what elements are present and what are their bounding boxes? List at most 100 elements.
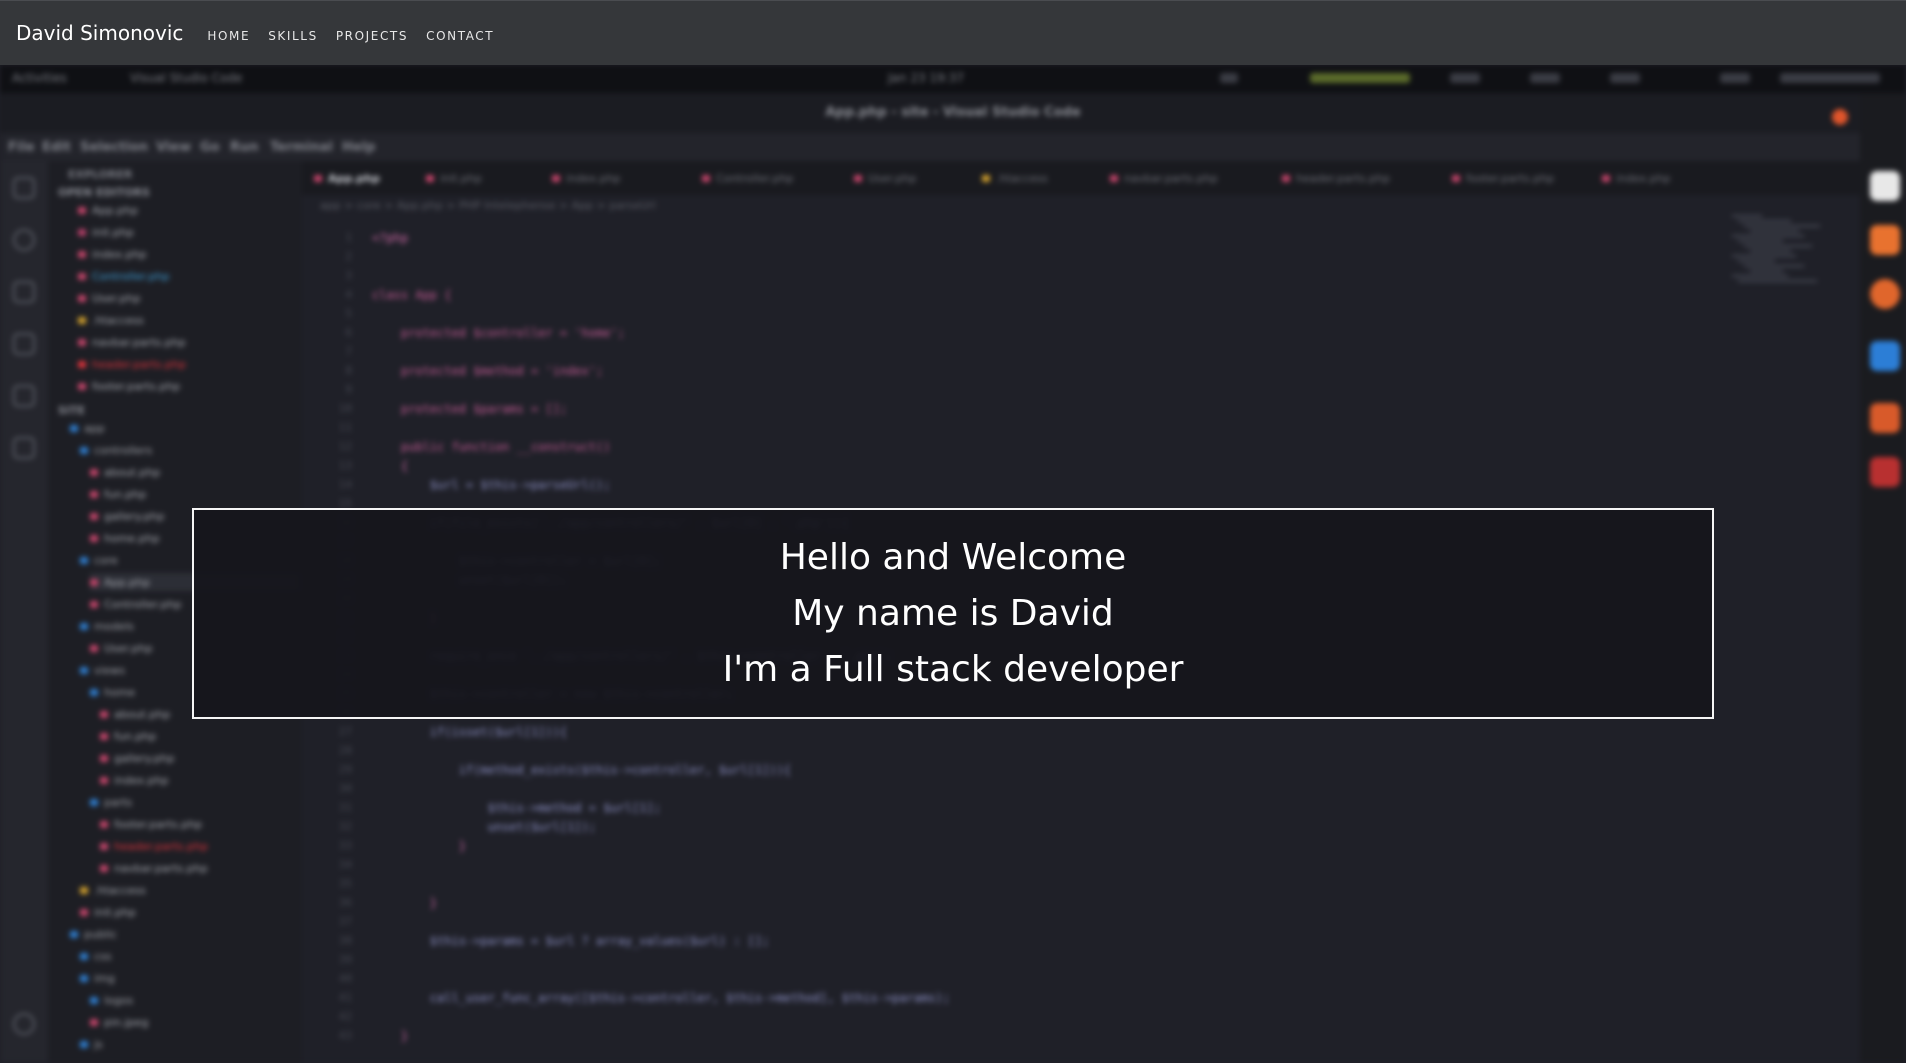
open-editors-label: OPEN EDITORS	[58, 185, 150, 199]
line-number: 13	[338, 459, 352, 472]
activity-bar	[0, 161, 48, 1063]
folder-icon	[80, 974, 88, 982]
file-icon	[100, 754, 108, 762]
editor-tab-label: Controller.php	[716, 171, 794, 185]
editor-tab: index.php	[1602, 171, 1671, 185]
window-title-text: App.php - site - Visual Studio Code	[825, 105, 1081, 120]
explorer-item-name: home	[104, 685, 136, 699]
explorer-folder: img	[80, 969, 115, 987]
folder-icon	[80, 622, 88, 630]
php-file-icon	[1110, 174, 1118, 182]
explorer-file: navbar.parts.php	[100, 859, 208, 877]
editor-window-title: App.php - site - Visual Studio Code	[0, 93, 1906, 133]
code-line: $this->params = $url ? array_values($url…	[372, 934, 770, 948]
php-file-icon	[702, 174, 710, 182]
line-number: 2	[345, 250, 352, 263]
editor-tab: init.php	[426, 171, 482, 185]
welcome-name: My name is David	[792, 592, 1114, 634]
line-number: 8	[345, 364, 352, 377]
project-label: SITE	[58, 403, 86, 417]
editor-tab: footer.parts.php	[1452, 171, 1554, 185]
php-file-icon	[78, 316, 86, 324]
explorer-item-name: views	[94, 663, 126, 677]
php-file-icon	[314, 174, 322, 182]
explorer-item-name: css	[94, 949, 112, 963]
breadcrumbs: app > core > App.php > PHP Intelephense …	[320, 199, 656, 212]
files-app-icon	[1870, 171, 1900, 201]
search-icon	[13, 229, 35, 251]
php-file-icon	[982, 174, 990, 182]
code-line: $url = $this->parseUrl();	[372, 478, 611, 492]
file-icon	[90, 490, 98, 498]
line-number: 9	[345, 383, 352, 396]
site-brand[interactable]: David Simonovic	[16, 21, 183, 45]
folder-icon	[70, 930, 78, 938]
nav-link-projects[interactable]: PROJECTS	[336, 29, 408, 43]
menu-selection: Selection	[80, 140, 149, 155]
files-icon	[13, 177, 35, 199]
folder-icon	[80, 1040, 88, 1048]
explorer-header: EXPLORER	[68, 167, 133, 181]
line-number: 3	[345, 269, 352, 282]
software-app-icon	[1870, 225, 1900, 255]
file-icon	[90, 644, 98, 652]
file-icon	[90, 600, 98, 608]
line-number: 29	[338, 763, 352, 776]
explorer-open-file: header.parts.php	[78, 355, 186, 373]
explorer-item-name: models	[94, 619, 134, 633]
code-line: call_user_func_array([$this->controller,…	[372, 991, 950, 1005]
welcome-greeting: Hello and Welcome	[779, 536, 1127, 578]
menu-help: Help	[342, 140, 376, 155]
os-clock: Jan 23 19:37	[888, 71, 964, 85]
code-line: class App {	[372, 288, 452, 302]
os-tray-icon	[1220, 73, 1238, 83]
file-icon	[90, 468, 98, 476]
explorer-folder: app	[70, 419, 105, 437]
code-line: if(method_exists($this->controller, $url…	[372, 763, 792, 777]
editor-tab: navbar.parts.php	[1110, 171, 1218, 185]
explorer-file-name: Controller.php	[92, 269, 170, 283]
nav-links: HOME SKILLS PROJECTS CONTACT	[207, 23, 494, 43]
nav-link-contact[interactable]: CONTACT	[426, 29, 494, 43]
minimap-line	[1744, 265, 1804, 267]
explorer-item-name: fun.php	[104, 487, 147, 501]
php-file-icon	[1602, 174, 1610, 182]
file-icon	[100, 776, 108, 784]
php-file-icon	[78, 206, 86, 214]
explorer-file: User.php	[90, 639, 153, 657]
code-line: }	[372, 839, 466, 853]
explorer-file-name: footer.parts.php	[92, 379, 181, 393]
editor-tab-label: index.php	[1616, 171, 1671, 185]
minimap	[1732, 215, 1822, 285]
php-file-icon	[426, 174, 434, 182]
php-file-icon	[552, 174, 560, 182]
minimap-line	[1750, 250, 1791, 252]
explorer-item-name: fun.php	[114, 729, 157, 743]
os-activities: Activities	[12, 71, 67, 85]
explorer-folder: controllers	[80, 441, 152, 459]
nav-link-home[interactable]: HOME	[207, 29, 250, 43]
php-file-icon	[78, 272, 86, 280]
nav-link-skills[interactable]: SKILLS	[268, 29, 318, 43]
minimap-line	[1738, 240, 1783, 242]
explorer-item-name: header.parts.php	[114, 839, 208, 853]
php-file-icon	[854, 174, 862, 182]
explorer-file: home.php	[90, 529, 160, 547]
explorer-item-name: navbar.parts.php	[114, 861, 208, 875]
explorer-open-file: navbar.parts.php	[78, 333, 186, 351]
editor-tab-label: header.parts.php	[1296, 171, 1390, 185]
php-file-icon	[78, 338, 86, 346]
os-tray-icon	[1720, 73, 1750, 83]
explorer-item-name: footer.parts.php	[114, 817, 203, 831]
account-icon	[13, 1013, 35, 1035]
editor-tab: User.php	[854, 171, 917, 185]
explorer-file: init.php	[80, 903, 136, 921]
folder-icon	[80, 556, 88, 564]
explorer-folder: models	[80, 617, 134, 635]
explorer-open-file: User.php	[78, 289, 141, 307]
line-number: 4	[345, 288, 352, 301]
explorer-file-name: header.parts.php	[92, 357, 186, 371]
explorer-item-name: init.php	[94, 905, 136, 919]
explorer-item-name: parts	[104, 795, 133, 809]
os-activity-graph	[1310, 73, 1410, 83]
